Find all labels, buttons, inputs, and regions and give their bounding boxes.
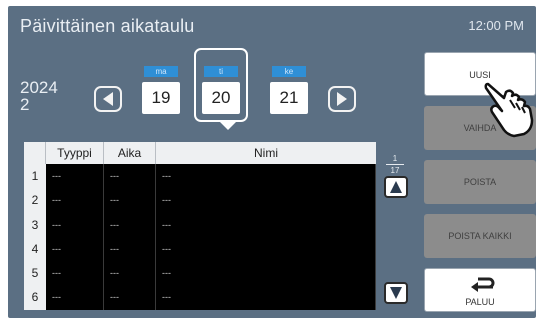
day-of-week-badge: ti [204, 66, 238, 77]
table-row[interactable]: --- --- --- [46, 188, 376, 213]
scroll-up-button[interactable] [384, 176, 408, 198]
cell-time: --- [104, 188, 156, 213]
cell-time: --- [104, 285, 156, 310]
year-label: 2024 [20, 78, 58, 97]
delete-all-button[interactable]: POISTA KAIKKI [424, 214, 536, 258]
page-divider [386, 164, 404, 165]
cell-time: --- [104, 236, 156, 262]
triangle-down-icon [390, 287, 402, 299]
row-number: 2 [31, 193, 39, 208]
row-number-column: 1 2 3 4 5 6 [24, 164, 46, 310]
row-number: 5 [31, 266, 39, 281]
row-number: 6 [31, 290, 39, 305]
page-indicator: 1 17 [386, 154, 404, 175]
cell-time: --- [104, 261, 156, 286]
schedule-screen: Päivittäinen aikataulu 12:00 PM 2024 2 m… [8, 6, 536, 318]
next-day-button[interactable] [328, 86, 356, 112]
page-title: Päivittäinen aikataulu [20, 16, 195, 36]
cell-type: --- [46, 285, 104, 310]
table-header: Tyyppi Aika Nimi [24, 142, 376, 164]
cell-name: --- [156, 261, 376, 286]
delete-button[interactable]: POISTA [424, 160, 536, 204]
day-tuesday-selected[interactable]: ti 20 [194, 48, 248, 122]
table-row[interactable]: --- --- --- [46, 212, 376, 237]
triangle-up-icon [390, 181, 402, 193]
day-number: 21 [270, 82, 308, 114]
table-body: --- --- --- --- --- --- --- --- --- --- … [46, 164, 376, 310]
day-number: 20 [202, 82, 240, 114]
page-total: 17 [390, 166, 400, 175]
clock: 12:00 PM [468, 18, 524, 33]
cell-type: --- [46, 164, 104, 189]
month-label: 2 [20, 95, 30, 114]
day-number: 19 [142, 82, 180, 114]
cell-type: --- [46, 236, 104, 262]
cell-time: --- [104, 212, 156, 237]
day-of-week-badge: ma [144, 66, 178, 77]
column-header-type: Tyyppi [46, 142, 104, 164]
scroll-down-button[interactable] [384, 282, 408, 304]
row-number: 1 [31, 169, 39, 183]
cell-type: --- [46, 261, 104, 286]
table-row[interactable]: --- --- --- [46, 285, 376, 310]
schedule-table: Tyyppi Aika Nimi 1 2 3 4 5 6 --- --- ---… [24, 142, 376, 310]
selection-pointer [220, 122, 236, 130]
cell-name: --- [156, 188, 376, 213]
back-button[interactable]: PALUU [424, 268, 536, 312]
column-header-name: Nimi [254, 146, 278, 160]
table-row[interactable]: --- --- --- [46, 164, 376, 189]
cell-name: --- [156, 236, 376, 262]
return-arrow-icon [471, 277, 495, 292]
cell-time: --- [104, 164, 156, 189]
row-number: 3 [31, 217, 39, 232]
table-row[interactable]: --- --- --- [46, 236, 376, 262]
row-number: 4 [31, 241, 39, 256]
chevron-right-icon [337, 92, 347, 106]
cell-name: --- [156, 285, 376, 310]
day-of-week-badge: ke [272, 66, 306, 77]
back-button-label: PALUU [465, 297, 495, 307]
cell-type: --- [46, 188, 104, 213]
column-header-time: Aika [104, 142, 156, 164]
prev-day-button[interactable] [94, 86, 122, 112]
day-wednesday[interactable]: ke 21 [262, 58, 316, 118]
year-month-label: 2024 2 [20, 79, 58, 113]
day-monday[interactable]: ma 19 [134, 58, 188, 118]
page-current: 1 [392, 154, 398, 163]
table-row[interactable]: --- --- --- [46, 261, 376, 286]
chevron-left-icon [103, 92, 113, 106]
cell-type: --- [46, 212, 104, 237]
pointing-hand-icon [484, 82, 534, 138]
header-corner [24, 142, 46, 164]
cell-name: --- [156, 212, 376, 237]
cell-name: --- [156, 164, 376, 189]
